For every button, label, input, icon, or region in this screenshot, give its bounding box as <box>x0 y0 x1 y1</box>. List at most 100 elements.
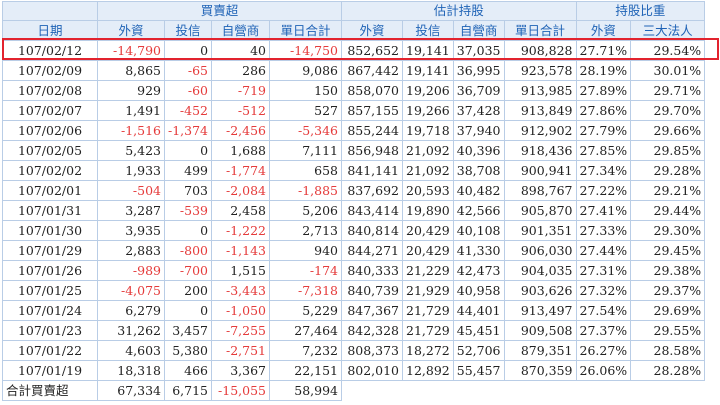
value-cell: 3,457 <box>163 320 213 341</box>
table-row: 107/01/25 -4,075 200 -3,443 -7,318 840,739 21,… <box>2 280 706 301</box>
value-cell: 19,718 <box>402 120 454 141</box>
value-cell: 31,262 <box>97 320 165 341</box>
value-cell: 21,729 <box>402 320 454 341</box>
value-cell: 840,739 <box>341 280 404 301</box>
value-cell: 286 <box>211 60 271 81</box>
table-row: 107/02/07 1,491 -452 -512 527 857,155 19,266 37… <box>2 100 706 121</box>
value-cell: -14,750 <box>269 40 343 61</box>
value-cell: 27.34% <box>575 160 632 181</box>
value-cell: 27.86% <box>575 100 632 121</box>
value-cell: -1,885 <box>269 180 343 201</box>
col-dealer-net: 自營商 <box>211 20 271 41</box>
value-cell: 26.27% <box>575 340 632 361</box>
value-cell: 0 <box>163 220 213 241</box>
value-cell: 29.85% <box>630 140 706 161</box>
value-cell: 858,070 <box>341 80 404 101</box>
table-row: 107/02/06 -1,516 -1,374 -2,456 -5,346 855,244… <box>2 120 706 141</box>
value-cell: 7,111 <box>269 140 343 161</box>
value-cell: 0 <box>163 300 213 321</box>
value-cell: 40,482 <box>452 180 505 201</box>
value-cell: 5,423 <box>97 140 165 161</box>
table-row: 107/02/12 -14,790 0 40 -14,750 852,652 19,141 3… <box>2 40 706 61</box>
value-cell: 903,626 <box>503 280 577 301</box>
value-cell: 841,141 <box>341 160 404 181</box>
value-cell: 2,713 <box>269 220 343 241</box>
date-cell: 107/02/12 <box>2 40 98 61</box>
footer-dealer-total: -15,055 <box>211 380 271 401</box>
value-cell: -1,143 <box>211 240 271 261</box>
value-cell: 27.44% <box>575 240 632 261</box>
date-cell: 107/02/06 <box>2 120 98 141</box>
value-cell: 1,491 <box>97 100 165 121</box>
value-cell: 27.41% <box>575 200 632 221</box>
value-cell: 45,451 <box>452 320 505 341</box>
date-cell: 107/02/07 <box>2 100 98 121</box>
value-cell: -4,075 <box>97 280 165 301</box>
value-cell: -1,774 <box>211 160 271 181</box>
value-cell: 38,708 <box>452 160 505 181</box>
value-cell: 40,958 <box>452 280 505 301</box>
value-cell: -512 <box>211 100 271 121</box>
value-cell: 27.32% <box>575 280 632 301</box>
value-cell: 4,603 <box>97 340 165 361</box>
date-cell: 107/01/22 <box>2 340 98 361</box>
value-cell: 909,508 <box>503 320 577 341</box>
col-daily-total-holding: 單日合計 <box>503 20 577 41</box>
value-cell: -7,255 <box>211 320 271 341</box>
value-cell: 923,578 <box>503 60 577 81</box>
value-cell: 857,155 <box>341 100 404 121</box>
value-cell: 1,688 <box>211 140 271 161</box>
value-cell: 898,767 <box>503 180 577 201</box>
value-cell: -504 <box>97 180 165 201</box>
table-row: 107/02/02 1,933 499 -1,774 658 841,141 21,092 3… <box>2 160 706 181</box>
value-cell: 867,442 <box>341 60 404 81</box>
value-cell: -1,374 <box>163 120 213 141</box>
value-cell: 37,428 <box>452 100 505 121</box>
value-cell: 3,287 <box>97 200 165 221</box>
table-row: 107/02/05 5,423 0 1,688 7,111 856,948 21,092 40… <box>2 140 706 161</box>
value-cell: 19,206 <box>402 80 454 101</box>
value-cell: 20,429 <box>402 220 454 241</box>
value-cell: 29.45% <box>630 240 706 261</box>
value-cell: 40,396 <box>452 140 505 161</box>
value-cell: 27.79% <box>575 120 632 141</box>
value-cell: 906,030 <box>503 240 577 261</box>
group-net-buy-sell: 買賣超 <box>96 1 343 21</box>
value-cell: 879,351 <box>503 340 577 361</box>
value-cell: 42,473 <box>452 260 505 281</box>
value-cell: 837,692 <box>341 180 404 201</box>
value-cell: 5,229 <box>269 300 343 321</box>
value-cell: 913,849 <box>503 100 577 121</box>
value-cell: -719 <box>211 80 271 101</box>
value-cell: 29.21% <box>630 180 706 201</box>
value-cell: 29.71% <box>630 80 706 101</box>
value-cell: -1,050 <box>211 300 271 321</box>
table-row: 107/01/23 31,262 3,457 -7,255 27,464 842,328 2… <box>2 320 706 341</box>
value-cell: 19,890 <box>402 200 454 221</box>
value-cell: 912,902 <box>503 120 577 141</box>
blank-group-cell <box>2 1 98 21</box>
value-cell: 29.44% <box>630 200 706 221</box>
value-cell: 843,414 <box>341 200 404 221</box>
value-cell: 27.33% <box>575 220 632 241</box>
value-cell: 918,436 <box>503 140 577 161</box>
value-cell: 29.30% <box>630 220 706 241</box>
value-cell: -5,346 <box>269 120 343 141</box>
value-cell: 29.66% <box>630 120 706 141</box>
value-cell: 19,141 <box>402 40 454 61</box>
value-cell: 36,709 <box>452 80 505 101</box>
value-cell: 852,652 <box>341 40 404 61</box>
value-cell: 466 <box>163 360 213 381</box>
value-cell: -700 <box>163 260 213 281</box>
value-cell: 2,883 <box>97 240 165 261</box>
value-cell: 29.54% <box>630 40 706 61</box>
date-cell: 107/01/31 <box>2 200 98 221</box>
value-cell: -2,456 <box>211 120 271 141</box>
value-cell: 37,940 <box>452 120 505 141</box>
footer-row: 合計買賣超 67,334 6,715 -15,055 58,994 <box>2 380 705 401</box>
date-cell: 107/02/01 <box>2 180 98 201</box>
value-cell: 20,429 <box>402 240 454 261</box>
value-cell: 703 <box>163 180 213 201</box>
value-cell: 901,351 <box>503 220 577 241</box>
col-foreign-ratio: 外資 <box>575 20 632 41</box>
